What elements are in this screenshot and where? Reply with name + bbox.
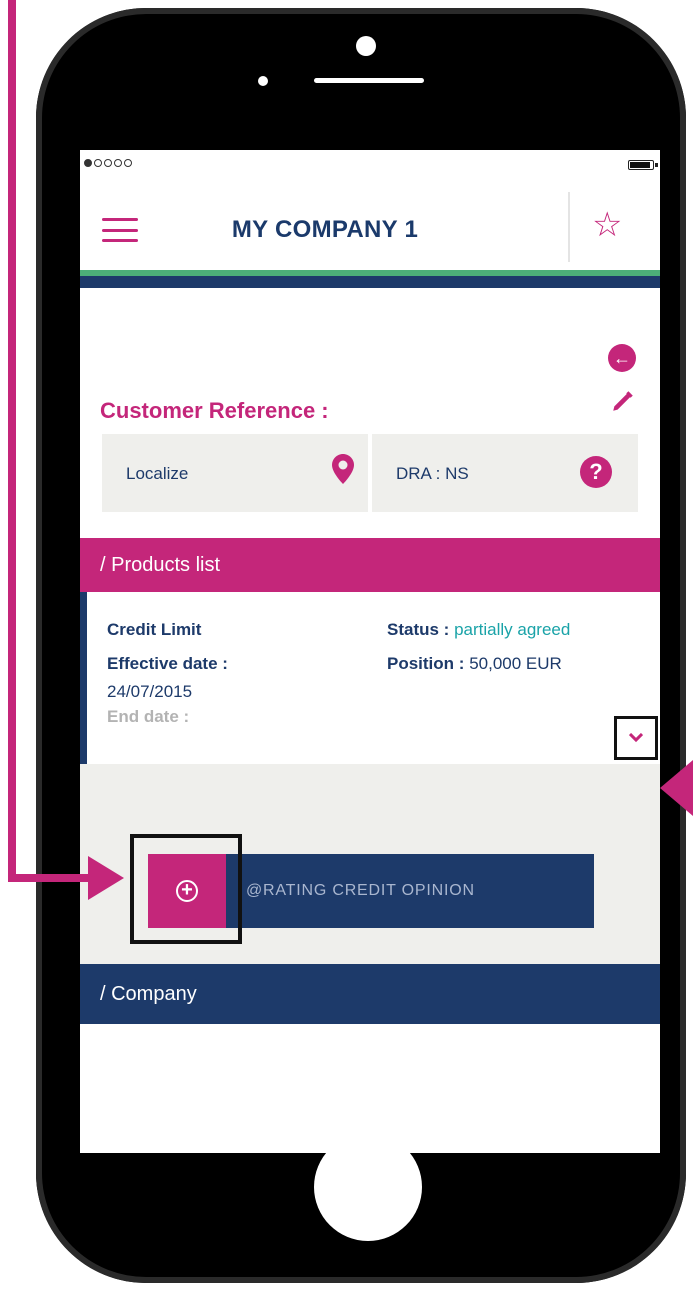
actions-area: + @RATING CREDIT OPINION [80,764,660,964]
position-value: 50,000 EUR [469,654,562,673]
customer-reference-label: Customer Reference : [100,398,329,423]
annotation-arrow-right-icon [88,856,124,900]
customer-reference-area: ← Customer Reference : [80,288,660,434]
page-title: MY COMPANY 1 [231,216,419,243]
question-circle-icon[interactable]: ? [580,456,612,488]
product-card-credit-limit: Credit Limit Effective date : 24/07/2015… [80,592,660,764]
customer-info-row: Localize DRA : NS ? [102,434,638,512]
company-section-body [80,1024,660,1074]
status-bar [80,150,660,180]
arrow-left-circle-icon[interactable]: ← [608,344,636,372]
company-section-header: / Company [80,964,660,1024]
annotation-line-horizontal [8,874,94,882]
dra-cell: DRA : NS ? [368,434,638,512]
map-pin-icon[interactable] [332,454,354,489]
products-list-header: / Products list [80,538,660,592]
localize-label: Localize [126,464,189,483]
front-sensor [356,36,376,56]
navbar-divider [568,192,570,262]
status-label: Status : [387,620,450,639]
annotation-arrow-left-icon [660,760,693,816]
localize-cell[interactable]: Localize [102,434,368,512]
signal-strength [84,159,132,167]
dra-label: DRA : NS [396,464,469,483]
earpiece-speaker [314,78,424,83]
chevron-down-icon[interactable] [614,716,658,760]
effective-date-label: Effective date : [107,654,228,673]
annotation-line-vertical [8,0,16,880]
status-value: partially agreed [454,620,571,639]
header-stripe [80,276,660,288]
star-outline-icon[interactable]: ☆ [592,208,622,242]
position-label: Position : [387,654,465,673]
product-name: Credit Limit [107,620,202,639]
pencil-icon[interactable] [610,388,636,419]
highlight-box-plus [130,834,242,944]
navigation-bar: MY COMPANY 1 ☆ [80,180,660,276]
front-camera [258,76,268,86]
end-date-label: End date : [107,707,190,726]
battery-full-icon [628,160,658,170]
app-screen: MY COMPANY 1 ☆ ← Customer Reference : Lo… [80,150,660,1153]
effective-date-value: 24/07/2015 [107,682,193,701]
rating-button-label: @RATING CREDIT OPINION [246,882,475,899]
